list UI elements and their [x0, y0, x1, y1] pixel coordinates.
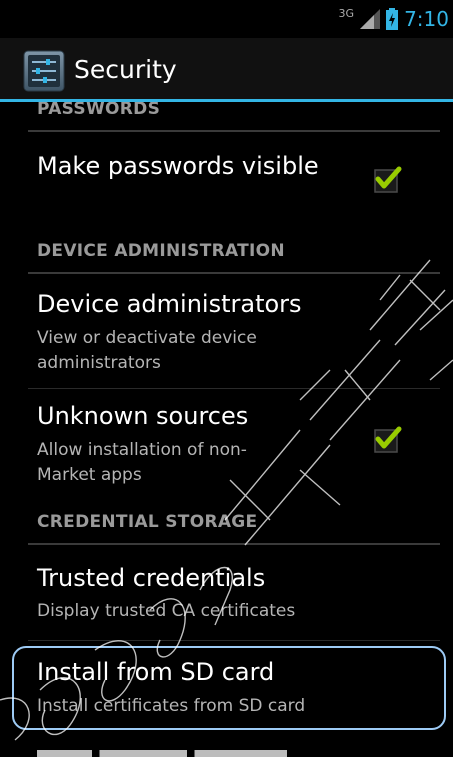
make-passwords-visible-checkbox[interactable] [372, 164, 402, 194]
signal-icon [360, 9, 381, 29]
pref-summary: Display trusted CA certificates [37, 601, 296, 621]
status-bar: 3G 7:10 [0, 0, 453, 38]
section-header-credential-storage: CREDENTIAL STORAGE [37, 512, 258, 532]
pref-title: Make passwords visible [37, 152, 319, 180]
pref-title: Trusted credentials [37, 564, 266, 592]
section-divider [28, 272, 440, 274]
section-divider [28, 130, 440, 132]
settings-sliders-icon[interactable] [22, 49, 66, 93]
pref-title: Install from SD card [37, 658, 275, 686]
network-type-label: 3G [338, 6, 355, 20]
page-title: Security [74, 55, 177, 84]
status-clock: 7:10 [404, 7, 449, 31]
section-divider [28, 543, 440, 545]
partial-item-clip [37, 744, 297, 757]
pref-title: Unknown sources [37, 402, 249, 430]
section-header-device-administration: DEVICE ADMINISTRATION [37, 241, 285, 261]
battery-icon [386, 8, 399, 30]
pref-title: Device administrators [37, 290, 302, 318]
pref-summary: Install certificates from SD card [37, 696, 306, 716]
item-divider [28, 388, 440, 389]
pref-summary: Allow installation of non-Market apps [37, 440, 247, 485]
status-indicators: 3G 7:10 [339, 6, 449, 32]
unknown-sources-checkbox[interactable] [372, 424, 402, 454]
section-header-passwords: PASSWORDS [37, 102, 161, 119]
pref-summary: View or deactivate device administrators [37, 328, 257, 373]
partial-text-shape [37, 750, 287, 757]
preferences-list[interactable]: PASSWORDS Make passwords visible DEVICE … [0, 102, 453, 757]
action-bar: Security [0, 38, 453, 102]
item-divider [28, 640, 440, 641]
